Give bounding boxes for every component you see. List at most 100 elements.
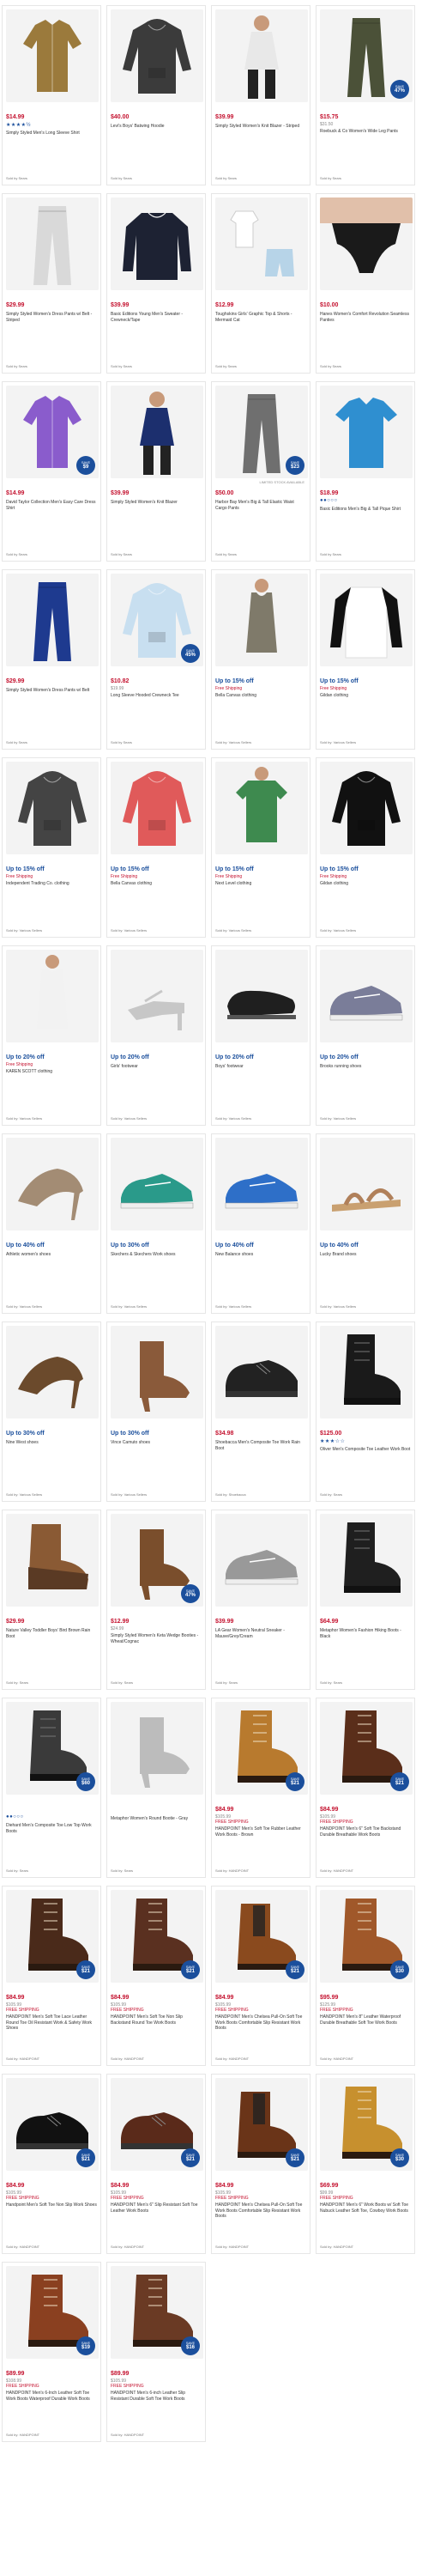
product-image-link[interactable]	[320, 1138, 413, 1230]
product-image-link[interactable]	[215, 1514, 308, 1607]
product-card[interactable]: SAVE 45% $10.82 $19.99 Long Sleeve Hooded Cr…	[106, 569, 206, 750]
product-image-link[interactable]	[6, 950, 99, 1042]
product-image-link[interactable]	[6, 197, 99, 290]
product-image-link[interactable]	[320, 1326, 413, 1419]
product-title-link[interactable]: Independent Trading Co. clothing	[6, 881, 97, 898]
product-card[interactable]: SAVE $21 $84.99 $105.99 FREE SHIPPING HANDPOI…	[211, 1886, 310, 2066]
product-card[interactable]: Up to 30% off Vince Camuto shoes Sold by: …	[106, 1321, 206, 1502]
product-title-link[interactable]: Basic Editions Young Men's Sweater - Cre…	[111, 312, 202, 329]
product-title-link[interactable]: Bella Canvas clothing	[215, 693, 306, 710]
product-image-link[interactable]: SAVE $21	[215, 1890, 308, 1983]
product-image-link[interactable]: SAVE $21	[111, 2078, 203, 2171]
product-title-link[interactable]: HANDPOINT Men's Soft Toe Non Slip Backst…	[111, 2014, 202, 2032]
product-image-link[interactable]	[215, 1326, 308, 1419]
product-card[interactable]: SAVE $30 $69.99 $99.99 FREE SHIPPING HANDPOIN…	[316, 2074, 415, 2254]
product-title-link[interactable]: Roebuck & Co Women's Wide Leg Pants	[320, 129, 411, 146]
product-card[interactable]: $39.99 Simply Styled Women's Knit Blazer S…	[106, 381, 206, 562]
product-card[interactable]: Up to 40% off Athletic women's shoes Sold …	[2, 1133, 101, 1314]
product-image-link[interactable]: SAVE $21	[111, 1890, 203, 1983]
product-title-link[interactable]: Girls' footwear	[111, 1064, 202, 1081]
product-title-link[interactable]: Toughskins Girls' Graphic Top & Shorts -…	[215, 312, 306, 329]
product-image-link[interactable]	[111, 386, 203, 478]
product-title-link[interactable]: HANDPOINT Men's 8" Leather Waterproof Du…	[320, 2014, 411, 2032]
product-image-link[interactable]: SAVE $9	[6, 386, 99, 478]
product-image-link[interactable]	[6, 762, 99, 854]
product-card[interactable]: $40.00 Levi's Boys' Batwing Hoodie Sold by…	[106, 5, 206, 185]
product-card[interactable]: SAVE 47% $15.75 $31.50 Roebuck & Co Women's …	[316, 5, 415, 185]
product-image-link[interactable]	[215, 1138, 308, 1230]
product-image-link[interactable]: SAVE $30	[320, 1890, 413, 1983]
product-card[interactable]: Up to 15% off Free Shipping Gildan clothin…	[316, 569, 415, 750]
product-image-link[interactable]	[320, 574, 413, 666]
product-image-link[interactable]: SAVE $21	[215, 2078, 308, 2171]
product-image-link[interactable]	[320, 1514, 413, 1607]
product-card[interactable]: $39.99 Basic Editions Young Men's Sweater…	[106, 193, 206, 374]
product-card[interactable]: SAVE $21 $84.99 $105.99 FREE SHIPPING HANDPOI…	[211, 1698, 310, 1878]
product-image-link[interactable]	[111, 1138, 203, 1230]
product-card[interactable]: SAVE $60 ●●○○○ Diehard Men's Composite Toe …	[2, 1698, 101, 1878]
product-card[interactable]: Up to 15% off Free Shipping Independent Tr…	[2, 757, 101, 938]
product-title-link[interactable]: LA Gear Women's Neutral Sneaker - Mauve/…	[215, 1628, 306, 1645]
product-image-link[interactable]: SAVE $21	[320, 1702, 413, 1795]
product-image-link[interactable]	[111, 1326, 203, 1419]
product-image-link[interactable]	[6, 1326, 99, 1419]
product-card[interactable]: SAVE $9 $14.99 David Taylor Collection Men'…	[2, 381, 101, 562]
product-image-link[interactable]	[215, 762, 308, 854]
product-image-link[interactable]	[111, 950, 203, 1042]
product-card[interactable]: $29.99 Nature Valley Toddler Boys' Bird B…	[2, 1510, 101, 1690]
product-card[interactable]: SAVE $23 LIMITED STOCK AVAILABLE $50.00 Harb…	[211, 381, 310, 562]
product-title-link[interactable]: Levi's Boys' Batwing Hoodie	[111, 124, 202, 141]
product-card[interactable]: Up to 40% off Lucky Brand shoes Sold by: V…	[316, 1133, 415, 1314]
product-title-link[interactable]: HANDPOINT Men's 6-inch Leather Slip Resi…	[111, 2391, 202, 2408]
product-title-link[interactable]: David Taylor Collection Men's Easy Care …	[6, 500, 97, 517]
product-card[interactable]: Up to 15% off Free Shipping Bella Canvas c…	[106, 757, 206, 938]
product-card[interactable]: $29.99 Simply Styled Women's Dress Pants …	[2, 569, 101, 750]
product-image-link[interactable]: SAVE 45%	[111, 574, 203, 666]
product-card[interactable]: SAVE $21 $84.99 $105.99 FREE SHIPPING HANDPOI…	[106, 2074, 206, 2254]
product-title-link[interactable]: HANDPOINT Men's Chelsea Pull-On Soft Toe…	[215, 2202, 306, 2220]
product-title-link[interactable]: Boys' footwear	[215, 1064, 306, 1081]
product-image-link[interactable]	[111, 9, 203, 102]
product-title-link[interactable]: Brooks running shoes	[320, 1064, 411, 1081]
product-title-link[interactable]: Metaphor Women's Fashion Hiking Boots - …	[320, 1628, 411, 1645]
product-title-link[interactable]: Nature Valley Toddler Boys' Bird Brown R…	[6, 1628, 97, 1645]
product-title-link[interactable]: Vince Camuto shoes	[111, 1440, 202, 1457]
product-card[interactable]: Up to 20% off Boys' footwear Sold by: Vari…	[211, 945, 310, 1126]
product-image-link[interactable]: SAVE 47%	[320, 9, 413, 102]
product-card[interactable]: $18.99 ●●○○○ Basic Editions Men's Big & Ta…	[316, 381, 415, 562]
product-title-link[interactable]: HANDPOINT Men's Chelsea Pull-On Soft Toe…	[215, 2014, 306, 2032]
product-title-link[interactable]: Long Sleeve Hooded Crewneck Tee	[111, 693, 202, 710]
product-title-link[interactable]: Oliver Men's Composite Toe Leather Work …	[320, 1447, 411, 1464]
product-title-link[interactable]: HANDPOINT Men's 6" Work Boots w/ Soft To…	[320, 2202, 411, 2220]
product-card[interactable]: Up to 15% off Free Shipping Bella Canvas c…	[211, 569, 310, 750]
product-title-link[interactable]: Athletic women's shoes	[6, 1252, 97, 1269]
product-card[interactable]: Up to 40% off New Balance shoes Sold by: V…	[211, 1133, 310, 1314]
product-title-link[interactable]: Shoebacca Men's Composite Toe Work Rain …	[215, 1440, 306, 1457]
product-title-link[interactable]: Next Level clothing	[215, 881, 306, 898]
product-title-link[interactable]: HANDPOINT Men's 6" Soft Toe Backstand Du…	[320, 1826, 411, 1844]
product-title-link[interactable]: Simply Styled Women's Keta Wedge Booties…	[111, 1633, 202, 1650]
product-title-link[interactable]: HANDPOINT Men's 6-Inch Leather Soft Toe …	[6, 2391, 97, 2408]
product-image-link[interactable]	[6, 574, 99, 666]
product-title-link[interactable]: Metaphor Women's Round Bootie - Gray	[111, 1816, 202, 1833]
product-card[interactable]: Up to 30% off Skechers & Skechers Work sh…	[106, 1133, 206, 1314]
product-title-link[interactable]: Diehard Men's Composite Toe Low Top Work…	[6, 1823, 97, 1840]
product-image-link[interactable]	[111, 197, 203, 290]
product-image-link[interactable]	[215, 950, 308, 1042]
product-title-link[interactable]: Nine West shoes	[6, 1440, 97, 1457]
product-title-link[interactable]: KAREN SCOTT clothing	[6, 1069, 97, 1086]
product-card[interactable]: $12.99 Toughskins Girls' Graphic Top & Sh…	[211, 193, 310, 374]
product-card[interactable]: $10.00 Hanes Women's Comfort Revolution S…	[316, 193, 415, 374]
product-title-link[interactable]: Hanes Women's Comfort Revolution Seamles…	[320, 312, 411, 329]
product-title-link[interactable]: HANDPOINT Men's Soft Toe Rubber Leather …	[215, 1826, 306, 1844]
product-card[interactable]: Metaphor Women's Round Bootie - Gray Sold…	[106, 1698, 206, 1878]
product-title-link[interactable]: Simply Styled Men's Long Sleeve Shirt	[6, 131, 97, 148]
product-card[interactable]: $125.00 ★★★☆☆ Oliver Men's Composite Toe L…	[316, 1321, 415, 1502]
product-image-link[interactable]: SAVE $21	[215, 1702, 308, 1795]
product-card[interactable]: SAVE $21 $84.99 $105.99 FREE SHIPPING Handpoi…	[2, 2074, 101, 2254]
product-title-link[interactable]: Basic Editions Men's Big & Tall Pique Sh…	[320, 507, 411, 524]
product-image-link[interactable]: SAVE $21	[6, 2078, 99, 2171]
product-title-link[interactable]: Simply Styled Women's Knit Blazer - Stri…	[215, 124, 306, 141]
product-image-link[interactable]	[215, 197, 308, 290]
product-card[interactable]: SAVE $19 $89.99 $108.99 FREE SHIPPING HANDPOI…	[2, 2262, 101, 2442]
